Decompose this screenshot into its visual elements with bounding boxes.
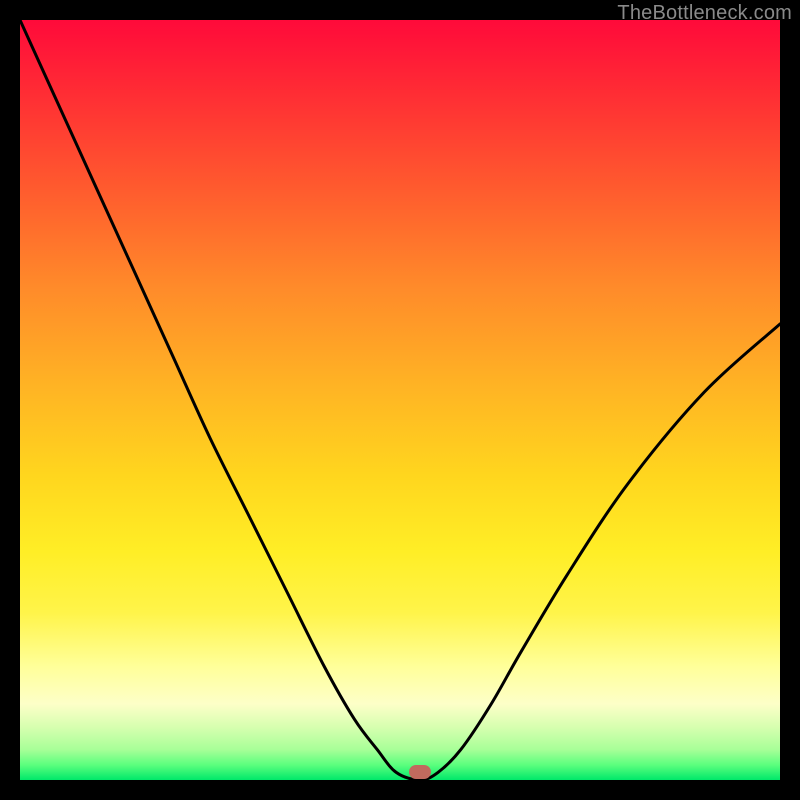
optimal-point-marker (409, 765, 431, 779)
chart-line-svg (20, 20, 780, 780)
chart-plot-area (20, 20, 780, 780)
chart-frame: TheBottleneck.com (0, 0, 800, 800)
bottleneck-curve (20, 20, 780, 780)
